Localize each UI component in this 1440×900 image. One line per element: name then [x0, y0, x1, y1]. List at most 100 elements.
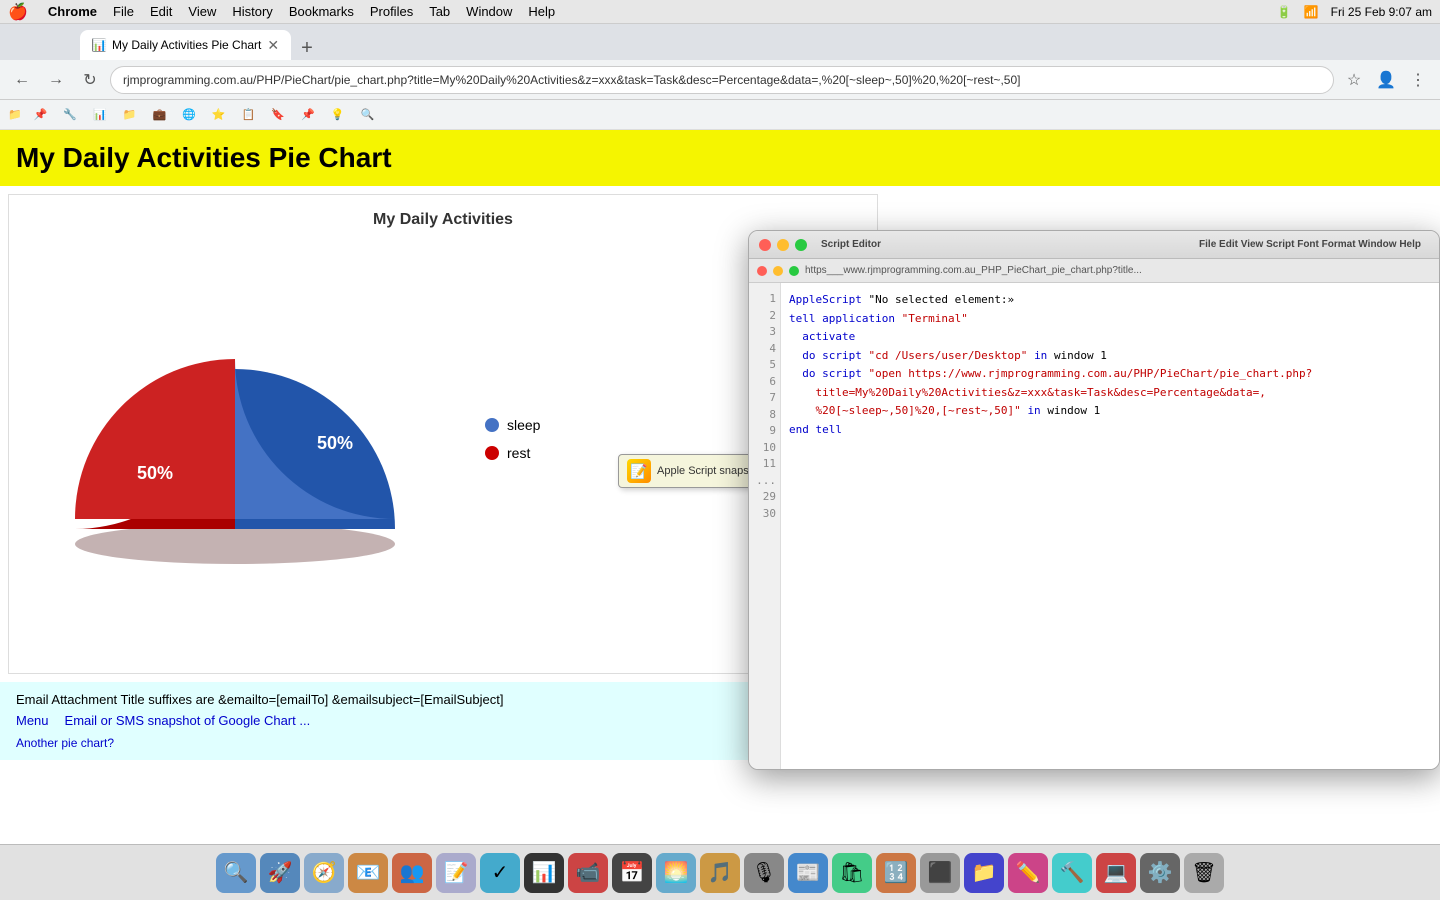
menubar-right: 🔋 📶 Fri 25 Feb 9:07 am — [1277, 5, 1432, 19]
dock-reminders[interactable]: ✓ — [480, 853, 520, 893]
dock-podcasts[interactable]: 🎙 — [744, 853, 784, 893]
editor-url-min[interactable] — [773, 266, 783, 276]
bookmark-6[interactable]: 🌐 — [178, 106, 200, 123]
tab-close-button[interactable]: ✕ — [267, 37, 279, 54]
line-num-7: 7 — [753, 390, 776, 407]
editor-close-dot[interactable] — [759, 239, 771, 251]
tab-menu[interactable]: Tab — [429, 4, 450, 19]
dock-music[interactable]: 🎵 — [700, 853, 740, 893]
dock-calculator[interactable]: 🔢 — [876, 853, 916, 893]
dock-vmware[interactable]: 💻 — [1096, 853, 1136, 893]
new-tab-button[interactable]: + — [301, 37, 313, 60]
editor-url-max[interactable] — [789, 266, 799, 276]
tab-title: My Daily Activities Pie Chart — [112, 38, 261, 52]
keyword-in: in — [1034, 349, 1047, 362]
script-editor-window[interactable]: Script Editor File Edit View Script Font… — [748, 230, 1440, 770]
dock-activity[interactable]: 📊 — [524, 853, 564, 893]
dock-safari[interactable]: 🧭 — [304, 853, 344, 893]
dock-trash[interactable]: 🗑 — [1184, 853, 1224, 893]
dock-finder[interactable]: 🔍 — [216, 853, 256, 893]
bookmark-8[interactable]: 📋 — [238, 106, 260, 123]
bookmark-9[interactable]: 🔖 — [267, 106, 289, 123]
nav-bar: ← → ↻ rjmprogramming.com.au/PHP/PieChart… — [0, 60, 1440, 100]
bookmark-7[interactable]: ⭐ — [208, 106, 230, 123]
bookmark-10[interactable]: 📌 — [297, 106, 319, 123]
dock-launchpad[interactable]: 🚀 — [260, 853, 300, 893]
bookmark-12[interactable]: 🔍 — [356, 106, 378, 123]
dock-contacts[interactable]: 👥 — [392, 853, 432, 893]
editor-url-close[interactable] — [757, 266, 767, 276]
window-ref-1: window 1 — [1054, 349, 1107, 362]
bookmark-5[interactable]: 💼 — [149, 106, 171, 123]
legend-sleep: sleep — [485, 417, 540, 433]
line-num-4: 4 — [753, 341, 776, 358]
chart-title: My Daily Activities — [25, 211, 861, 229]
dock-bbedit[interactable]: ✏️ — [1008, 853, 1048, 893]
window-menu[interactable]: Window — [466, 4, 512, 19]
dock-calendar[interactable]: 📅 — [612, 853, 652, 893]
bookmarks-menu[interactable]: Bookmarks — [289, 4, 354, 19]
line-num-3: 3 — [753, 324, 776, 341]
dock-news[interactable]: 📰 — [788, 853, 828, 893]
battery-icon: 🔋 — [1277, 5, 1292, 19]
sleep-label: sleep — [507, 417, 540, 433]
profile-button[interactable]: 👤 — [1372, 66, 1400, 94]
forward-button[interactable]: → — [42, 66, 70, 94]
dock-terminal[interactable]: ⬛ — [920, 853, 960, 893]
address-bar[interactable]: rjmprogramming.com.au/PHP/PieChart/pie_c… — [110, 66, 1334, 94]
keyword-activate: activate — [802, 330, 855, 343]
dock-filezilla[interactable]: 📁 — [964, 853, 1004, 893]
apple-menu-icon[interactable]: 🍎 — [8, 2, 28, 22]
rest-color-dot — [485, 446, 499, 460]
bookmark-button[interactable]: ☆ — [1340, 66, 1368, 94]
more-button[interactable]: ⋮ — [1404, 66, 1432, 94]
editor-maximize-dot[interactable] — [795, 239, 807, 251]
help-menu[interactable]: Help — [528, 4, 555, 19]
bookmark-4[interactable]: 📁 — [119, 106, 141, 123]
back-button[interactable]: ← — [8, 66, 36, 94]
dock-appstore[interactable]: 🛍 — [832, 853, 872, 893]
editor-menu-file: File Edit View Script Font Format Window… — [1199, 239, 1421, 250]
script-line-2: tell application "Terminal" — [789, 310, 1431, 329]
file-menu[interactable]: File — [113, 4, 134, 19]
bookmark-3[interactable]: 📊 — [89, 106, 111, 123]
line-num-10: 10 — [753, 440, 776, 457]
bookmark-11[interactable]: 💡 — [327, 106, 349, 123]
line-num-2: 2 — [753, 308, 776, 325]
line-num-6: 6 — [753, 374, 776, 391]
chart-legend: sleep rest — [485, 417, 540, 461]
dock-photos[interactable]: 🌅 — [656, 853, 696, 893]
dock-mail[interactable]: 📧 — [348, 853, 388, 893]
history-menu[interactable]: History — [232, 4, 272, 19]
active-tab[interactable]: 📊 My Daily Activities Pie Chart ✕ — [80, 30, 291, 60]
script-editor-text[interactable]: AppleScript "No selected element:» tell … — [781, 283, 1439, 770]
window-ref-2: window 1 — [1047, 404, 1100, 417]
editor-minimize-dot[interactable] — [777, 239, 789, 251]
dock-facetime[interactable]: 📹 — [568, 853, 608, 893]
email-snapshot-link[interactable]: Email or SMS snapshot of Google Chart ..… — [65, 713, 311, 728]
profiles-menu[interactable]: Profiles — [370, 4, 413, 19]
chrome-menu[interactable]: Chrome — [48, 4, 97, 19]
keyword-end: end — [789, 423, 809, 436]
dock-system-prefs[interactable]: ⚙️ — [1140, 853, 1180, 893]
dock-xcode[interactable]: 🔨 — [1052, 853, 1092, 893]
reload-button[interactable]: ↻ — [76, 66, 104, 94]
script-content: 1 2 3 4 5 6 7 8 9 10 11 ... 29 30 — [749, 283, 1439, 770]
script-editor-titlebar: Script Editor File Edit View Script Font… — [749, 231, 1439, 259]
dock-notes[interactable]: 📝 — [436, 853, 476, 893]
svg-text:50%: 50% — [317, 433, 353, 453]
line-num-9: 9 — [753, 423, 776, 440]
menu-link[interactable]: Menu — [16, 713, 49, 728]
script-line-6: title=My%20Daily%20Activities&z=xxx&task… — [789, 384, 1431, 403]
dock: 🔍 🚀 🧭 📧 👥 📝 ✓ 📊 📹 📅 🌅 🎵 🎙 📰 🛍 🔢 ⬛ 📁 ✏️ 🔨… — [0, 844, 1440, 900]
bookmarks-bar: 📁 📌 🔧 📊 📁 💼 🌐 ⭐ 📋 🔖 📌 💡 🔍 — [0, 100, 1440, 130]
line-numbers: 1 2 3 4 5 6 7 8 9 10 11 ... 29 30 — [749, 283, 781, 770]
bookmark-1[interactable]: 📌 — [30, 106, 52, 123]
tab-bar: 📊 My Daily Activities Pie Chart ✕ + — [0, 24, 1440, 60]
line-num-11: 11 — [753, 456, 776, 473]
rest-label: rest — [507, 445, 530, 461]
edit-menu[interactable]: Edit — [150, 4, 172, 19]
bookmark-2[interactable]: 🔧 — [59, 106, 81, 123]
view-menu[interactable]: View — [188, 4, 216, 19]
script-line-1: AppleScript "No selected element:» — [789, 291, 1431, 310]
